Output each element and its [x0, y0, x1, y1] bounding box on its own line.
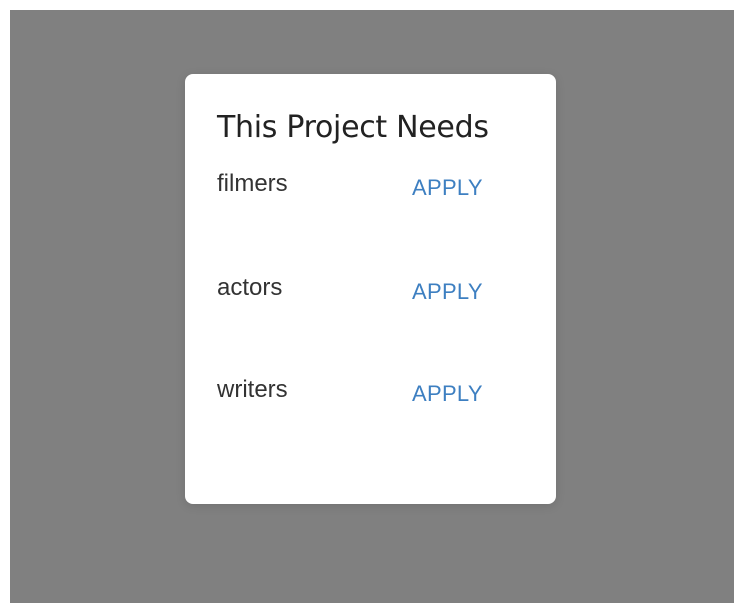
apply-writers-link[interactable]: APPLY — [412, 380, 483, 408]
need-row-writers: writers APPLY — [217, 376, 517, 406]
need-row-actors: actors APPLY — [217, 274, 517, 304]
need-role-label: actors — [217, 274, 283, 301]
apply-filmers-link[interactable]: APPLY — [412, 174, 483, 202]
need-role-label: filmers — [217, 170, 288, 197]
need-row-filmers: filmers APPLY — [217, 170, 517, 200]
card-title: This Project Needs — [217, 110, 489, 145]
apply-actors-link[interactable]: APPLY — [412, 278, 483, 306]
project-needs-card: This Project Needs filmers APPLY actors … — [185, 74, 556, 504]
need-role-label: writers — [217, 376, 288, 403]
